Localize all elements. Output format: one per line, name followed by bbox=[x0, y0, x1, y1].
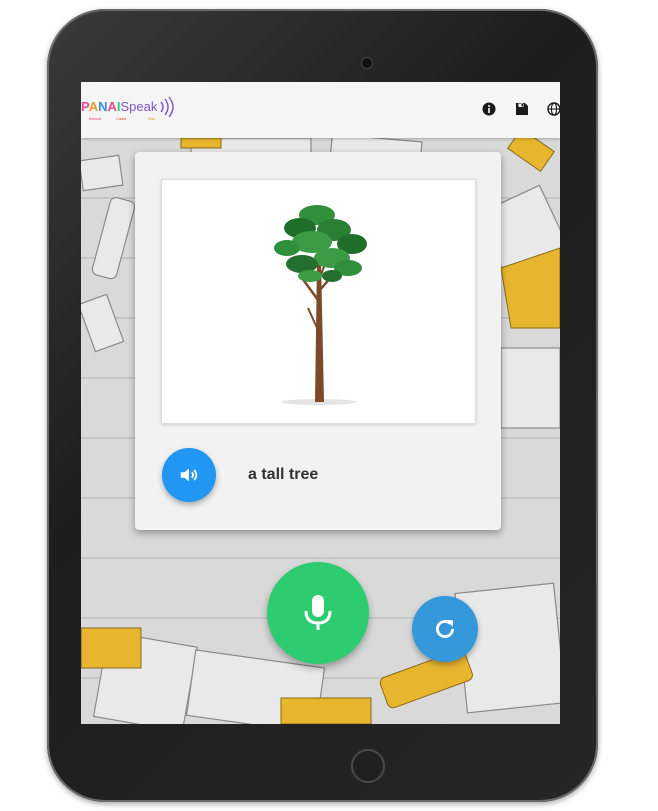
app-bar: PANAISpeak Bemall Caasi Rae bbox=[81, 82, 560, 138]
refresh-icon bbox=[436, 619, 454, 638]
speaker-icon bbox=[180, 468, 198, 482]
refresh-button[interactable] bbox=[412, 596, 478, 662]
record-microphone-button[interactable] bbox=[267, 562, 369, 664]
front-camera bbox=[362, 58, 372, 68]
microphone-icon bbox=[304, 595, 332, 630]
flashcard: a tall tree bbox=[135, 152, 501, 530]
play-sound-button[interactable] bbox=[162, 448, 216, 502]
svg-text:Rae: Rae bbox=[148, 116, 156, 121]
app-screen: PANAISpeak Bemall Caasi Rae a tall tree bbox=[81, 82, 560, 724]
svg-text:PANAISpeak: PANAISpeak bbox=[81, 99, 158, 114]
globe-icon[interactable] bbox=[547, 102, 560, 116]
logo-graphic: PANAISpeak Bemall Caasi Rae bbox=[81, 96, 174, 121]
app-logo[interactable]: PANAISpeak Bemall Caasi Rae bbox=[81, 96, 201, 126]
flashcard-image bbox=[161, 179, 476, 424]
tree-illustration bbox=[274, 205, 367, 405]
info-icon[interactable] bbox=[482, 102, 496, 116]
save-icon[interactable] bbox=[515, 102, 529, 116]
home-button[interactable] bbox=[351, 749, 385, 783]
svg-text:Bemall: Bemall bbox=[89, 116, 101, 121]
svg-text:Caasi: Caasi bbox=[116, 116, 126, 121]
flashcard-phrase: a tall tree bbox=[248, 466, 319, 483]
